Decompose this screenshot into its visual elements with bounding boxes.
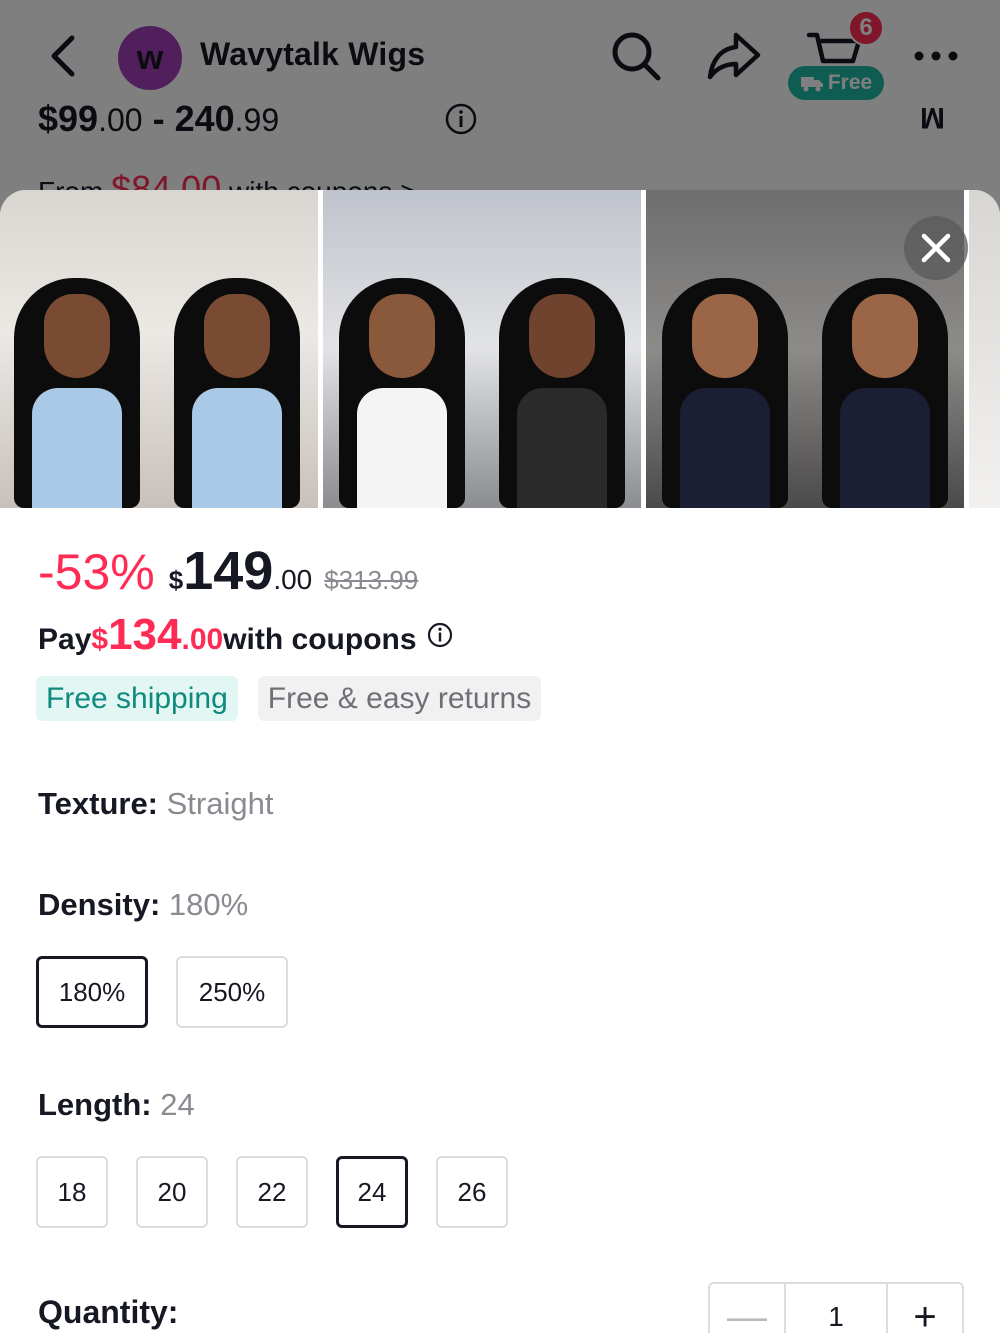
coupon-price-row: Pay $ 134 .00 with coupons [38, 610, 453, 660]
density-options: 180% 250% [36, 956, 288, 1028]
length-option-18[interactable]: 18 [36, 1156, 108, 1228]
model-figure [650, 238, 800, 508]
pay-prefix: Pay [38, 623, 92, 656]
pay-currency: $ [91, 623, 109, 656]
model-figure [162, 238, 312, 508]
service-tags: Free shipping Free & easy returns [36, 676, 542, 721]
original-price: $313.99 [324, 565, 419, 595]
free-shipping-tag: Free shipping [36, 676, 238, 721]
price-row: -53% $ 149 .00 $313.99 [38, 540, 418, 602]
product-image[interactable] [323, 190, 641, 508]
sku-selector-sheet: -53% $ 149 .00 $313.99 Pay $ 134 .00 wit… [0, 190, 1000, 1333]
product-image[interactable] [969, 190, 1000, 508]
close-button[interactable] [904, 216, 968, 280]
price-currency: $ [168, 565, 184, 595]
info-icon[interactable] [427, 622, 453, 648]
texture-label: Texture: Straight [38, 786, 274, 821]
price-main: 149 [183, 541, 274, 601]
pay-main: 134 [108, 610, 182, 659]
density-option-180[interactable]: 180% [36, 956, 148, 1028]
product-image-gallery[interactable] [0, 190, 1000, 508]
pay-suffix: with coupons [223, 623, 417, 656]
free-returns-tag: Free & easy returns [257, 676, 542, 721]
price-cents: .00 [273, 564, 313, 595]
close-icon [921, 233, 951, 263]
length-label: Length: 24 [38, 1087, 195, 1122]
product-image[interactable] [0, 190, 318, 508]
increase-quantity-button[interactable]: + [888, 1284, 962, 1333]
decrease-quantity-button[interactable]: — [710, 1284, 784, 1333]
length-options: 18 20 22 24 26 [36, 1156, 508, 1228]
quantity-stepper: — 1 + [708, 1282, 964, 1333]
length-option-20[interactable]: 20 [136, 1156, 208, 1228]
length-option-22[interactable]: 22 [236, 1156, 308, 1228]
pay-cents: .00 [181, 623, 224, 656]
model-figure [327, 238, 477, 508]
discount-label: -53% [38, 544, 155, 600]
density-label: Density: 180% [38, 887, 249, 922]
quantity-value[interactable]: 1 [784, 1284, 888, 1333]
model-figure [2, 238, 152, 508]
length-option-26[interactable]: 26 [436, 1156, 508, 1228]
model-figure [487, 238, 637, 508]
length-option-24[interactable]: 24 [336, 1156, 408, 1228]
density-option-250[interactable]: 250% [176, 956, 288, 1028]
quantity-label: Quantity: [38, 1294, 179, 1330]
